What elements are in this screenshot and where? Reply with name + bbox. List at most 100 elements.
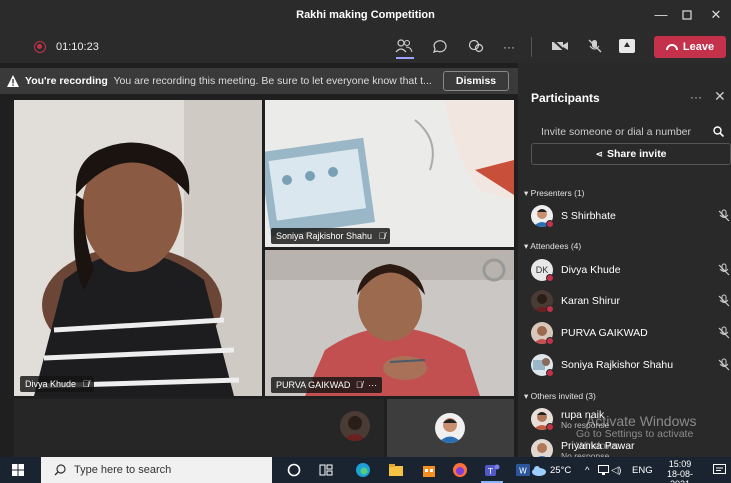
participants-active-underline — [396, 57, 414, 59]
network-icon[interactable] — [598, 465, 609, 475]
video-tile-soniya[interactable]: Soniya Rajkishor Shahu 🎙̸ — [265, 100, 514, 247]
notifications-icon[interactable] — [713, 464, 726, 476]
weather-cloud-icon[interactable] — [531, 464, 547, 476]
minimize-button[interactable]: — — [651, 6, 671, 24]
recording-message-text: You are recording this meeting. Be sure … — [113, 75, 432, 87]
mic-off-icon[interactable] — [717, 294, 731, 308]
edge-browser-icon[interactable] — [355, 462, 371, 478]
mic-off-icon[interactable] — [717, 326, 731, 340]
firefox-icon[interactable] — [452, 462, 468, 478]
temperature[interactable]: 25°C — [550, 465, 571, 476]
svg-text:T: T — [487, 467, 493, 476]
video-feed-purva — [265, 250, 514, 396]
windows-taskbar: Type here to search T W 25°C ^ ◁) ENG 15… — [0, 457, 731, 483]
windows-start-icon[interactable] — [12, 464, 24, 476]
participants-panel: Participants ··· ✕ Invite someone or dia… — [518, 63, 731, 461]
meeting-toolbar: 01:10:23 ··· Leave — [0, 31, 731, 63]
mic-off-icon: 🎙̸ — [378, 231, 386, 241]
reactions-icon[interactable] — [466, 39, 486, 55]
collapse-icon: ▾ — [524, 241, 529, 251]
panel-more-icon[interactable]: ··· — [690, 90, 702, 104]
cortana-icon[interactable] — [286, 462, 302, 478]
participant-row[interactable]: Soniya Rajkishor Shahu — [531, 354, 730, 378]
volume-icon[interactable]: ◁) — [611, 465, 621, 476]
search-icon — [54, 464, 66, 476]
maximize-button[interactable] — [677, 6, 697, 24]
presence-busy-icon — [546, 274, 554, 282]
participant-name: PURVA GAIKWAD — [561, 327, 648, 339]
name-tag-purva: PURVA GAIKWAD 🎙̸ ··· — [271, 377, 383, 393]
mic-off-icon[interactable] — [717, 358, 731, 372]
chat-icon[interactable] — [430, 39, 450, 55]
tile-more-icon[interactable]: ··· — [368, 380, 377, 390]
more-actions-icon[interactable]: ··· — [499, 39, 519, 55]
tile-name-soniya: Soniya Rajkishor Shahu — [276, 231, 373, 241]
participants-icon[interactable] — [394, 39, 414, 55]
presenters-section-header[interactable]: ▾ Presenters (1) — [524, 188, 585, 199]
clock-date: 18-08-2021 — [666, 469, 693, 483]
video-feed-soniya — [265, 100, 514, 247]
collapse-icon: ▾ — [524, 188, 529, 198]
others-invited-section-header[interactable]: ▾ Others invited (3) — [524, 391, 596, 402]
svg-text:W: W — [519, 467, 527, 476]
warning-icon — [7, 75, 19, 87]
avatar-karan[interactable] — [340, 411, 370, 441]
activate-windows-subtext: Go to Settings to activate Windows. — [576, 428, 694, 452]
participant-name: Karan Shirur — [561, 295, 620, 307]
video-feed-divya — [14, 100, 262, 396]
panel-title: Participants — [531, 91, 600, 105]
presence-busy-icon — [546, 423, 554, 431]
share-screen-button[interactable] — [619, 39, 635, 53]
clock-time: 15:09 — [668, 459, 692, 469]
gallery-strip — [14, 399, 384, 457]
others-label: Others invited (3) — [530, 391, 596, 401]
leave-button[interactable]: Leave — [654, 36, 726, 58]
recording-indicator-icon — [34, 41, 46, 53]
invite-search-input[interactable]: Invite someone or dial a number — [531, 121, 731, 143]
participant-name: Soniya Rajkishor Shahu — [561, 359, 674, 371]
dismiss-button[interactable]: Dismiss — [443, 71, 509, 91]
invite-placeholder: Invite someone or dial a number — [541, 126, 691, 138]
tile-name-purva: PURVA GAIKWAD — [276, 380, 351, 390]
tray-chevron-icon[interactable]: ^ — [585, 465, 589, 476]
share-icon: ⋖ — [595, 149, 603, 159]
participant-name: S Shirbhate — [561, 210, 616, 222]
teams-icon[interactable]: T — [484, 462, 500, 478]
attendees-section-header[interactable]: ▾ Attendees (4) — [524, 241, 581, 252]
mic-off-icon[interactable] — [585, 39, 605, 55]
panel-close-icon[interactable]: ✕ — [714, 88, 726, 105]
mic-off-icon[interactable] — [717, 209, 731, 223]
close-window-button[interactable]: ✕ — [706, 6, 726, 24]
tile-name-divya: Divya Khude — [25, 379, 77, 389]
recording-banner: You're recording You are recording this … — [0, 68, 518, 94]
attendees-label: Attendees (4) — [530, 241, 582, 251]
mic-off-icon: 🎙̸ — [355, 380, 363, 390]
recording-message-bold: You're recording — [25, 75, 108, 87]
participant-row[interactable]: S Shirbhate — [531, 205, 730, 229]
mic-off-icon: 🎙̸ — [82, 379, 90, 389]
leave-label: Leave — [682, 41, 715, 53]
camera-off-icon[interactable] — [550, 39, 570, 55]
store-icon[interactable] — [421, 462, 437, 478]
recording-message: You're recording You are recording this … — [25, 75, 432, 87]
video-tile-divya[interactable]: Divya Khude 🎙̸ — [14, 100, 262, 396]
clock[interactable]: 15:09 18-08-2021 — [658, 459, 702, 483]
file-explorer-icon[interactable] — [388, 462, 404, 478]
participant-row[interactable]: DK Divya Khude — [531, 259, 730, 283]
avatar-s-shirbhate — [435, 413, 465, 443]
participant-row[interactable]: PURVA GAIKWAD — [531, 322, 730, 346]
participant-name: Divya Khude — [561, 264, 621, 276]
presenters-label: Presenters (1) — [530, 188, 585, 198]
language-indicator[interactable]: ENG — [632, 465, 653, 476]
task-view-icon[interactable] — [318, 462, 334, 478]
mic-off-icon[interactable] — [717, 263, 731, 277]
word-icon[interactable]: W — [515, 462, 531, 478]
collapse-icon: ▾ — [524, 391, 529, 401]
share-invite-label: Share invite — [607, 148, 667, 160]
share-invite-button[interactable]: ⋖ Share invite — [531, 143, 731, 165]
self-view-tile[interactable] — [387, 399, 514, 457]
taskbar-search-input[interactable]: Type here to search — [41, 457, 272, 483]
video-tile-purva[interactable]: PURVA GAIKWAD 🎙̸ ··· — [265, 250, 514, 396]
participant-row[interactable]: Karan Shirur — [531, 290, 730, 314]
window-title: Rakhi making Competition — [296, 9, 435, 21]
